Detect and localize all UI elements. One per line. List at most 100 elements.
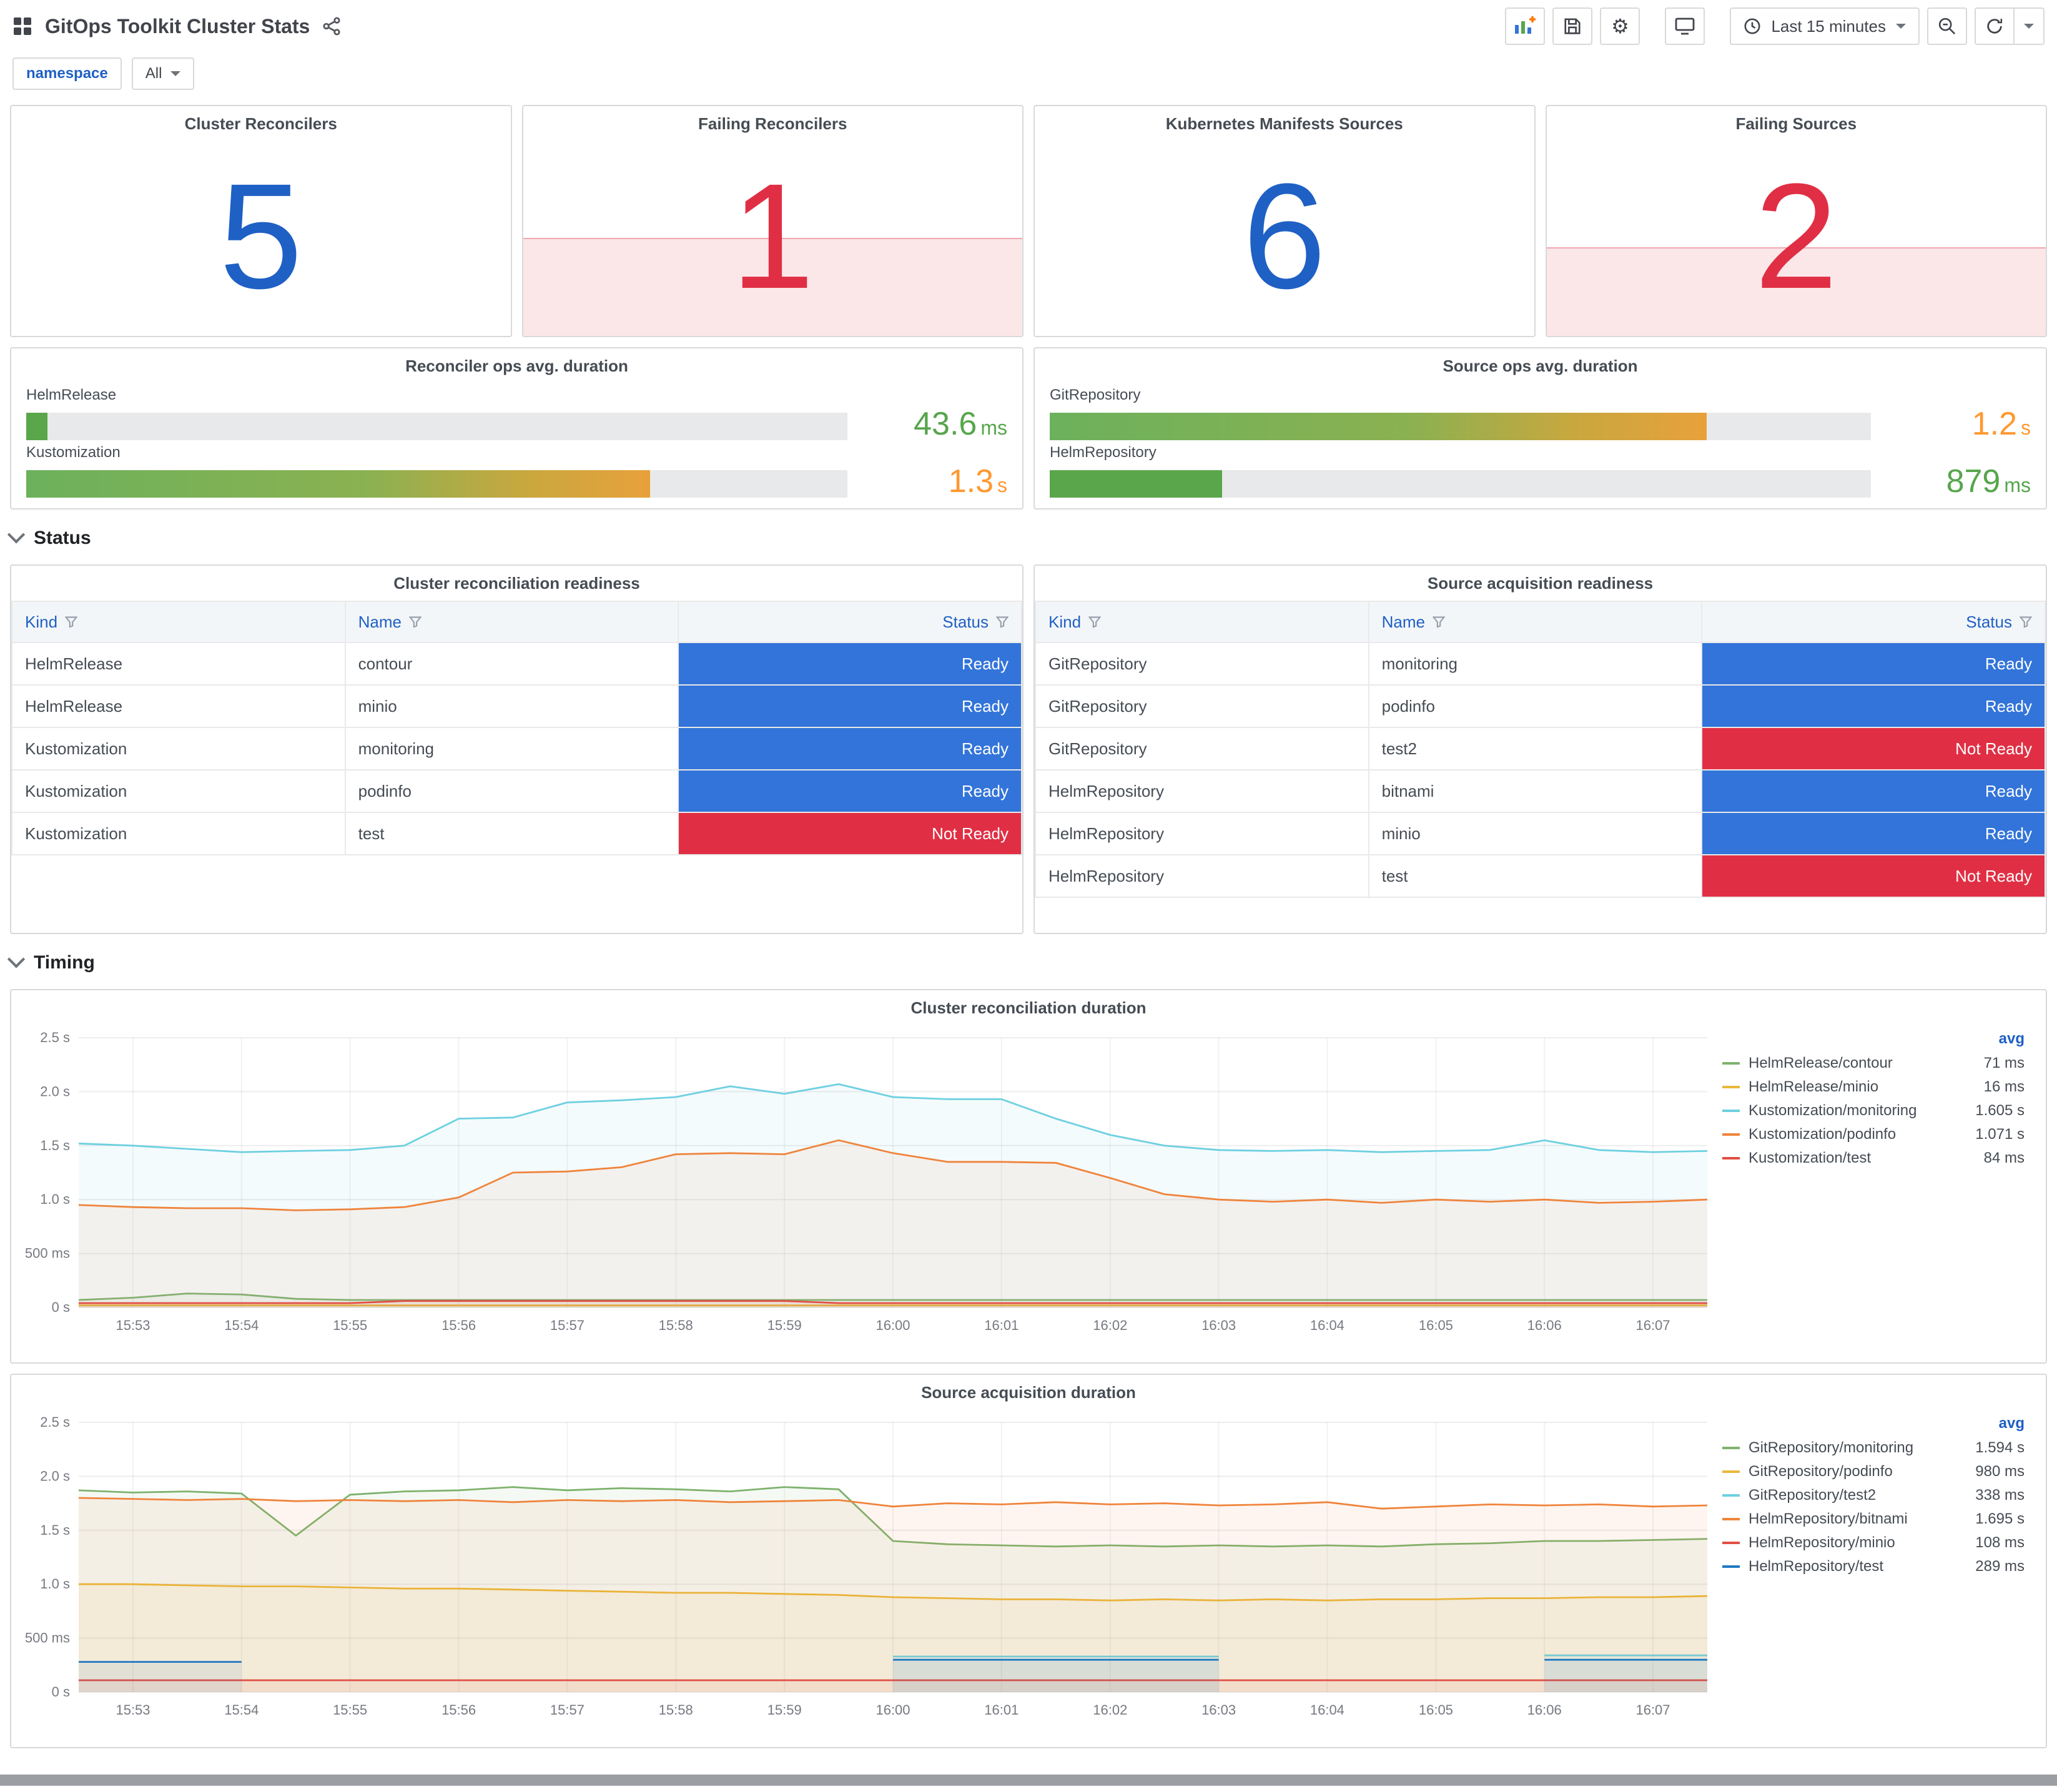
- legend-series-name: Kustomization/podinfo: [1749, 1126, 1897, 1143]
- svg-text:15:54: 15:54: [224, 1702, 259, 1718]
- gauge-value-unit: s: [997, 473, 1007, 496]
- legend-item[interactable]: Kustomization/monitoring 1.605 s: [1722, 1099, 2025, 1123]
- filter-icon[interactable]: [1432, 616, 1445, 628]
- apps-grid-icon[interactable]: [12, 16, 32, 36]
- cell-kind: Kustomization: [11, 769, 346, 813]
- legend-series-marker: [1722, 1470, 1740, 1473]
- panel-title[interactable]: Source ops avg. duration: [1035, 348, 2046, 383]
- legend-avg-header[interactable]: avg: [1999, 1030, 2025, 1047]
- gauge-value-unit: s: [2021, 416, 2031, 440]
- table-row: HelmRepository bitnami Ready: [1035, 769, 2046, 813]
- panel-title[interactable]: Kubernetes Manifests Sources: [1035, 106, 1534, 141]
- panel-title[interactable]: Source acquisition readiness: [1035, 566, 2046, 601]
- legend-series-avg: 108 ms: [1975, 1534, 2025, 1551]
- status-badge: Ready: [1702, 813, 2045, 854]
- legend-item[interactable]: Kustomization/test 84 ms: [1722, 1146, 2025, 1170]
- legend-item[interactable]: GitRepository/podinfo 980 ms: [1722, 1460, 2025, 1484]
- panel-title[interactable]: Reconciler ops avg. duration: [11, 348, 1022, 383]
- legend-series-avg: 1.695 s: [1975, 1510, 2025, 1527]
- save-dashboard-button[interactable]: [1552, 7, 1593, 45]
- stat-value: 5: [219, 152, 303, 320]
- svg-text:16:04: 16:04: [1310, 1317, 1344, 1333]
- gauge-track: [1050, 470, 1871, 498]
- svg-text:16:07: 16:07: [1635, 1702, 1670, 1718]
- cell-kind: HelmRepository: [1035, 769, 1369, 813]
- legend-series-name: GitRepository/monitoring: [1749, 1439, 1914, 1456]
- table-row: GitRepository test2 Not Ready: [1035, 727, 2046, 770]
- time-series-chart[interactable]: 0 s 500 ms 1.0 s 1.5 s 2.0 s 2.5 s 15:53 15:54 1…: [11, 1410, 1722, 1725]
- panel-title[interactable]: Failing Sources: [1547, 106, 2046, 141]
- share-icon[interactable]: [322, 17, 341, 36]
- column-header-kind[interactable]: Kind: [1035, 601, 1369, 643]
- cell-status: Not Ready: [678, 812, 1022, 855]
- svg-text:15:58: 15:58: [659, 1702, 693, 1718]
- legend-item[interactable]: GitRepository/test2 338 ms: [1722, 1484, 2025, 1507]
- cell-status: Not Ready: [1701, 727, 2046, 770]
- filter-icon[interactable]: [408, 616, 422, 628]
- gauge-fill: [1050, 413, 1707, 441]
- stat-panel: Cluster Reconcilers 5: [10, 105, 512, 337]
- filter-icon[interactable]: [2020, 616, 2032, 628]
- stat-panels-row: Cluster Reconcilers 5 Failing Reconcilers 1…: [10, 105, 2047, 337]
- legend-item[interactable]: HelmRelease/minio 16 ms: [1722, 1075, 2025, 1099]
- legend-series-name: Kustomization/test: [1749, 1150, 1872, 1166]
- bottom-scrollbar[interactable]: [0, 1775, 2057, 1786]
- section-timing[interactable]: Timing: [7, 947, 2047, 979]
- filter-icon[interactable]: [65, 616, 78, 628]
- time-range-picker[interactable]: Last 15 minutes: [1730, 7, 1920, 45]
- svg-text:2.5 s: 2.5 s: [40, 1030, 70, 1045]
- refresh-button[interactable]: [1975, 7, 2015, 45]
- legend-series-marker: [1722, 1518, 1740, 1520]
- time-series-chart[interactable]: 0 s 500 ms 1.0 s 1.5 s 2.0 s 2.5 s 15:53 15:54 1…: [11, 1025, 1722, 1340]
- status-badge: Not Ready: [1702, 728, 2045, 769]
- variable-value-dropdown[interactable]: All: [131, 57, 195, 90]
- svg-text:16:05: 16:05: [1419, 1702, 1453, 1718]
- svg-text:16:02: 16:02: [1093, 1702, 1127, 1718]
- legend-item[interactable]: Kustomization/podinfo 1.071 s: [1722, 1123, 2025, 1146]
- svg-text:16:01: 16:01: [984, 1317, 1019, 1333]
- legend-item[interactable]: HelmRepository/test 289 ms: [1722, 1555, 2025, 1578]
- add-panel-button[interactable]: [1505, 7, 1546, 45]
- filter-icon[interactable]: [1088, 616, 1102, 628]
- column-header-status[interactable]: Status: [678, 601, 1022, 643]
- section-status[interactable]: Status: [7, 522, 2047, 554]
- column-header-name[interactable]: Name: [1368, 601, 1703, 643]
- stat-value: 1: [731, 152, 814, 320]
- column-header-name[interactable]: Name: [344, 601, 679, 643]
- legend-item[interactable]: HelmRepository/minio 108 ms: [1722, 1531, 2025, 1555]
- legend-series-marker: [1722, 1062, 1740, 1065]
- panel-title[interactable]: Cluster reconciliation readiness: [11, 566, 1022, 601]
- gauge-value: 1.2 s: [1891, 408, 2031, 440]
- legend-series-avg: 338 ms: [1975, 1487, 2025, 1504]
- legend-item[interactable]: HelmRelease/contour 71 ms: [1722, 1051, 2025, 1075]
- zoom-out-button[interactable]: [1927, 7, 1967, 45]
- legend-series-name: HelmRelease/contour: [1749, 1055, 1893, 1071]
- svg-text:500 ms: 500 ms: [25, 1630, 70, 1646]
- legend-series-name: GitRepository/test2: [1749, 1487, 1877, 1504]
- svg-text:16:03: 16:03: [1201, 1702, 1236, 1718]
- cell-name: test: [344, 812, 679, 855]
- panel-title[interactable]: Cluster reconciliation duration: [11, 990, 2046, 1025]
- svg-text:16:00: 16:00: [876, 1702, 910, 1718]
- cycle-view-button[interactable]: [1665, 7, 1705, 45]
- save-icon: [1564, 18, 1581, 34]
- column-header-kind[interactable]: Kind: [11, 601, 346, 643]
- panel-title[interactable]: Cluster Reconcilers: [11, 106, 511, 141]
- column-header-status[interactable]: Status: [1701, 601, 2046, 643]
- gauge-label: Kustomization: [26, 443, 121, 461]
- charts-area: Cluster reconciliation duration 0 s 500 ms…: [0, 989, 2057, 1758]
- panel-title[interactable]: Failing Reconcilers: [523, 106, 1023, 141]
- dashboard-settings-button[interactable]: ⚙: [1600, 7, 1640, 45]
- legend-series-marker: [1722, 1542, 1740, 1544]
- legend-item[interactable]: HelmRepository/bitnami 1.695 s: [1722, 1507, 2025, 1531]
- legend-avg-header[interactable]: avg: [1999, 1415, 2025, 1432]
- filter-icon[interactable]: [996, 616, 1009, 628]
- refresh-interval-dropdown[interactable]: [2015, 7, 2045, 45]
- panel-title[interactable]: Source acquisition duration: [11, 1375, 2046, 1410]
- svg-text:16:06: 16:06: [1527, 1317, 1562, 1333]
- gauge-label: HelmRelease: [26, 386, 117, 404]
- status-badge: Not Ready: [1702, 855, 2045, 897]
- table-panel: Cluster reconciliation readiness Kind Name…: [10, 564, 1024, 934]
- legend-item[interactable]: GitRepository/monitoring 1.594 s: [1722, 1436, 2025, 1460]
- cell-name: monitoring: [344, 727, 679, 770]
